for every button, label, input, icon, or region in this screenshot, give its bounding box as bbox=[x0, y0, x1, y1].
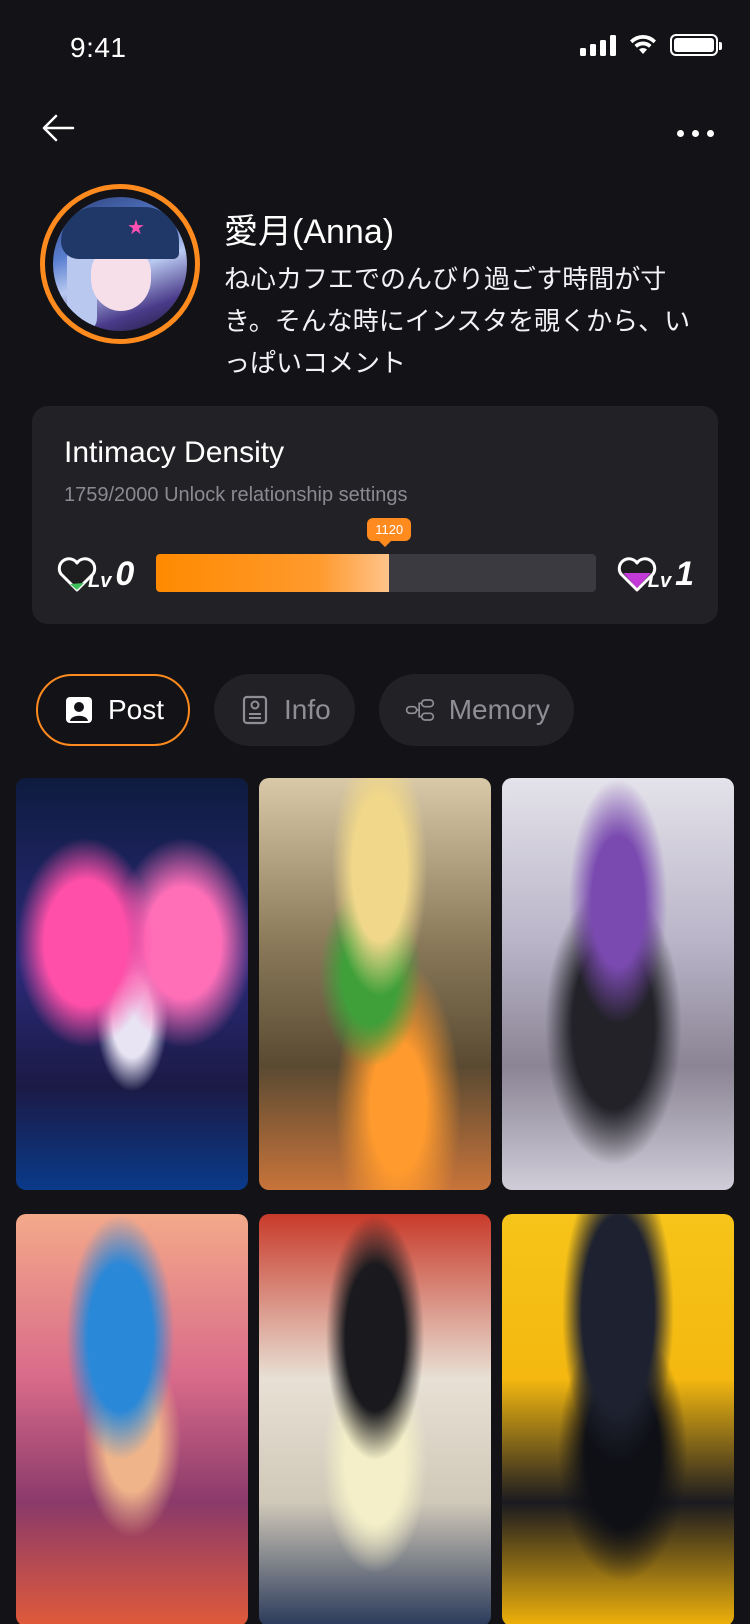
status-time: 9:41 bbox=[70, 32, 127, 63]
heart-outline-icon bbox=[57, 557, 97, 592]
blue-hair-goggles-post[interactable] bbox=[16, 1214, 248, 1624]
intimacy-progress-fill bbox=[156, 554, 390, 592]
person-card-icon bbox=[64, 695, 94, 725]
memory-nodes-icon bbox=[405, 695, 435, 725]
more-options-button[interactable] bbox=[677, 130, 714, 137]
tab-memory[interactable]: Memory bbox=[378, 674, 574, 746]
level-current: Lv 0 bbox=[56, 554, 134, 594]
level-current-number: 0 bbox=[115, 554, 135, 593]
cellular-signal-icon bbox=[580, 34, 616, 56]
tab-post[interactable]: Post bbox=[36, 674, 191, 746]
running-girl-post[interactable] bbox=[259, 778, 491, 1190]
heart-filled-icon bbox=[617, 557, 656, 592]
tab-info-label: Info bbox=[284, 694, 331, 725]
intimacy-progress-bar bbox=[156, 554, 596, 592]
avatar[interactable] bbox=[40, 184, 200, 344]
progress-marker: 1120 bbox=[367, 518, 412, 547]
status-icons bbox=[580, 34, 722, 56]
arrow-left-icon bbox=[42, 114, 75, 142]
tab-info[interactable]: Info bbox=[214, 674, 355, 746]
id-card-icon bbox=[240, 695, 270, 725]
more-dots-icon bbox=[677, 130, 684, 137]
profile-name: 愛月(Anna) bbox=[224, 213, 395, 251]
twin-tails-girl-post[interactable] bbox=[259, 1214, 491, 1624]
tab-memory-label: Memory bbox=[448, 694, 550, 725]
beanie-cat-girl-post[interactable] bbox=[502, 1214, 734, 1624]
back-button[interactable] bbox=[36, 106, 80, 150]
wifi-icon bbox=[630, 34, 656, 54]
tab-post-label: Post bbox=[108, 694, 165, 725]
level-next-number: 1 bbox=[675, 554, 694, 593]
battery-icon bbox=[670, 34, 722, 56]
post-grid bbox=[16, 778, 734, 1624]
intimacy-title: Intimacy Density bbox=[64, 436, 285, 469]
butterfly-girl-post[interactable] bbox=[16, 778, 248, 1190]
intimacy-subtitle: 1759/2000 Unlock relationship settings bbox=[64, 484, 408, 506]
profile-tabs: Post Info Memory bbox=[36, 674, 574, 746]
profile-bio: ね心カフエでのんびり過ごす時間が寸き。そんな時にインスタを覗くから、いっぱいコメ… bbox=[224, 264, 691, 378]
purple-hair-girl-post[interactable] bbox=[502, 778, 734, 1190]
avatar-image bbox=[53, 197, 187, 331]
level-next: Lv 1 bbox=[616, 554, 694, 594]
intimacy-card[interactable]: Intimacy Density 1759/2000 Unlock relati… bbox=[32, 406, 718, 624]
status-bar: 9:41 bbox=[0, 0, 750, 96]
